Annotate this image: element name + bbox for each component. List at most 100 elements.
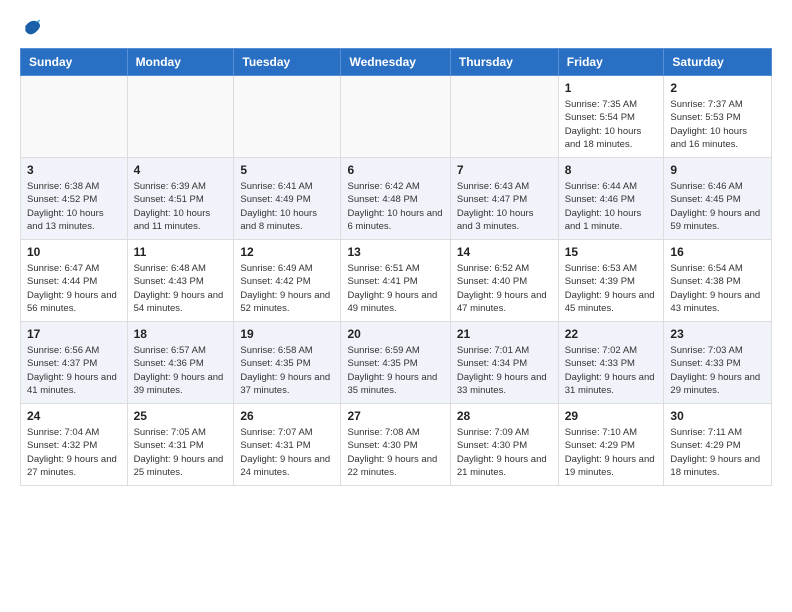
day-number: 16 — [670, 245, 765, 259]
calendar-cell: 21 Sunrise: 7:01 AM Sunset: 4:34 PM Dayli… — [450, 322, 558, 404]
day-info: Sunrise: 7:05 AM Sunset: 4:31 PM Dayligh… — [134, 426, 228, 479]
day-info: Sunrise: 7:37 AM Sunset: 5:53 PM Dayligh… — [670, 98, 765, 151]
day-info: Sunrise: 7:04 AM Sunset: 4:32 PM Dayligh… — [27, 426, 121, 479]
calendar-cell: 7 Sunrise: 6:43 AM Sunset: 4:47 PM Daylig… — [450, 158, 558, 240]
calendar-cell: 25Sunrise: 7:05 AM Sunset: 4:31 PM Dayli… — [127, 404, 234, 486]
page: SundayMondayTuesdayWednesdayThursdayFrid… — [0, 0, 792, 502]
calendar-cell: 16 Sunrise: 6:54 AM Sunset: 4:38 PM Dayli… — [664, 240, 772, 322]
calendar-cell: 13 Sunrise: 6:51 AM Sunset: 4:41 PM Dayli… — [341, 240, 450, 322]
day-number: 6 — [347, 163, 443, 177]
day-info: Sunrise: 6:59 AM Sunset: 4:35 PM Dayligh… — [347, 344, 443, 397]
day-info: Sunrise: 6:43 AM Sunset: 4:47 PM Dayligh… — [457, 180, 552, 233]
day-number: 13 — [347, 245, 443, 259]
calendar-cell: 28 Sunrise: 7:09 AM Sunset: 4:30 PM Dayli… — [450, 404, 558, 486]
calendar-cell: 17 Sunrise: 6:56 AM Sunset: 4:37 PM Dayli… — [21, 322, 128, 404]
week-row-5: 24Sunrise: 7:04 AM Sunset: 4:32 PM Dayli… — [21, 404, 772, 486]
day-header-saturday: Saturday — [664, 49, 772, 76]
day-header-thursday: Thursday — [450, 49, 558, 76]
day-number: 8 — [565, 163, 658, 177]
calendar-cell: 6 Sunrise: 6:42 AM Sunset: 4:48 PM Daylig… — [341, 158, 450, 240]
day-info: Sunrise: 6:46 AM Sunset: 4:45 PM Dayligh… — [670, 180, 765, 233]
day-number: 21 — [457, 327, 552, 341]
day-number: 7 — [457, 163, 552, 177]
day-info: Sunrise: 6:44 AM Sunset: 4:46 PM Dayligh… — [565, 180, 658, 233]
week-row-2: 3 Sunrise: 6:38 AM Sunset: 4:52 PM Daylig… — [21, 158, 772, 240]
day-info: Sunrise: 6:49 AM Sunset: 4:42 PM Dayligh… — [240, 262, 334, 315]
day-info: Sunrise: 6:39 AM Sunset: 4:51 PM Dayligh… — [134, 180, 228, 233]
day-number: 10 — [27, 245, 121, 259]
day-info: Sunrise: 7:10 AM Sunset: 4:29 PM Dayligh… — [565, 426, 658, 479]
header-row: SundayMondayTuesdayWednesdayThursdayFrid… — [21, 49, 772, 76]
calendar-cell: 27Sunrise: 7:08 AM Sunset: 4:30 PM Dayli… — [341, 404, 450, 486]
day-info: Sunrise: 6:48 AM Sunset: 4:43 PM Dayligh… — [134, 262, 228, 315]
day-info: Sunrise: 6:47 AM Sunset: 4:44 PM Dayligh… — [27, 262, 121, 315]
logo — [20, 16, 42, 36]
day-number: 23 — [670, 327, 765, 341]
day-info: Sunrise: 6:42 AM Sunset: 4:48 PM Dayligh… — [347, 180, 443, 233]
day-info: Sunrise: 7:07 AM Sunset: 4:31 PM Dayligh… — [240, 426, 334, 479]
calendar-cell: 11 Sunrise: 6:48 AM Sunset: 4:43 PM Dayli… — [127, 240, 234, 322]
day-info: Sunrise: 6:57 AM Sunset: 4:36 PM Dayligh… — [134, 344, 228, 397]
day-number: 22 — [565, 327, 658, 341]
day-number: 1 — [565, 81, 658, 95]
day-number: 12 — [240, 245, 334, 259]
day-info: Sunrise: 6:54 AM Sunset: 4:38 PM Dayligh… — [670, 262, 765, 315]
calendar-cell — [127, 76, 234, 158]
week-row-4: 17 Sunrise: 6:56 AM Sunset: 4:37 PM Dayli… — [21, 322, 772, 404]
day-number: 20 — [347, 327, 443, 341]
day-info: Sunrise: 7:01 AM Sunset: 4:34 PM Dayligh… — [457, 344, 552, 397]
day-number: 27 — [347, 409, 443, 423]
calendar-cell: 14 Sunrise: 6:52 AM Sunset: 4:40 PM Dayli… — [450, 240, 558, 322]
header — [20, 16, 772, 36]
day-info: Sunrise: 6:38 AM Sunset: 4:52 PM Dayligh… — [27, 180, 121, 233]
calendar-cell: 9 Sunrise: 6:46 AM Sunset: 4:45 PM Daylig… — [664, 158, 772, 240]
day-info: Sunrise: 7:09 AM Sunset: 4:30 PM Dayligh… — [457, 426, 552, 479]
calendar-cell: 10 Sunrise: 6:47 AM Sunset: 4:44 PM Dayli… — [21, 240, 128, 322]
week-row-1: 1 Sunrise: 7:35 AM Sunset: 5:54 PM Daylig… — [21, 76, 772, 158]
day-number: 29 — [565, 409, 658, 423]
calendar-cell: 23 Sunrise: 7:03 AM Sunset: 4:33 PM Dayli… — [664, 322, 772, 404]
day-info: Sunrise: 7:03 AM Sunset: 4:33 PM Dayligh… — [670, 344, 765, 397]
calendar-cell — [341, 76, 450, 158]
day-number: 2 — [670, 81, 765, 95]
day-number: 28 — [457, 409, 552, 423]
calendar-cell: 12 Sunrise: 6:49 AM Sunset: 4:42 PM Dayli… — [234, 240, 341, 322]
day-info: Sunrise: 6:58 AM Sunset: 4:35 PM Dayligh… — [240, 344, 334, 397]
calendar-cell: 26 Sunrise: 7:07 AM Sunset: 4:31 PM Dayli… — [234, 404, 341, 486]
day-info: Sunrise: 7:11 AM Sunset: 4:29 PM Dayligh… — [670, 426, 765, 479]
day-header-wednesday: Wednesday — [341, 49, 450, 76]
day-number: 4 — [134, 163, 228, 177]
day-number: 9 — [670, 163, 765, 177]
day-number: 11 — [134, 245, 228, 259]
calendar-cell: 15 Sunrise: 6:53 AM Sunset: 4:39 PM Dayli… — [558, 240, 664, 322]
day-info: Sunrise: 6:53 AM Sunset: 4:39 PM Dayligh… — [565, 262, 658, 315]
day-number: 14 — [457, 245, 552, 259]
day-number: 18 — [134, 327, 228, 341]
day-info: Sunrise: 7:35 AM Sunset: 5:54 PM Dayligh… — [565, 98, 658, 151]
calendar-cell: 1 Sunrise: 7:35 AM Sunset: 5:54 PM Daylig… — [558, 76, 664, 158]
day-number: 26 — [240, 409, 334, 423]
calendar-cell: 30 Sunrise: 7:11 AM Sunset: 4:29 PM Dayli… — [664, 404, 772, 486]
day-info: Sunrise: 6:56 AM Sunset: 4:37 PM Dayligh… — [27, 344, 121, 397]
calendar-cell: 24Sunrise: 7:04 AM Sunset: 4:32 PM Dayli… — [21, 404, 128, 486]
day-number: 19 — [240, 327, 334, 341]
day-info: Sunrise: 6:41 AM Sunset: 4:49 PM Dayligh… — [240, 180, 334, 233]
calendar-cell: 22Sunrise: 7:02 AM Sunset: 4:33 PM Dayli… — [558, 322, 664, 404]
day-header-friday: Friday — [558, 49, 664, 76]
day-header-sunday: Sunday — [21, 49, 128, 76]
day-number: 5 — [240, 163, 334, 177]
logo-icon — [22, 16, 42, 36]
calendar-cell: 2 Sunrise: 7:37 AM Sunset: 5:53 PM Daylig… — [664, 76, 772, 158]
calendar-cell — [450, 76, 558, 158]
day-number: 15 — [565, 245, 658, 259]
calendar-cell: 19 Sunrise: 6:58 AM Sunset: 4:35 PM Dayli… — [234, 322, 341, 404]
day-header-tuesday: Tuesday — [234, 49, 341, 76]
day-header-monday: Monday — [127, 49, 234, 76]
day-info: Sunrise: 6:51 AM Sunset: 4:41 PM Dayligh… — [347, 262, 443, 315]
day-number: 30 — [670, 409, 765, 423]
day-number: 17 — [27, 327, 121, 341]
logo-text — [20, 16, 42, 36]
calendar-cell: 18 Sunrise: 6:57 AM Sunset: 4:36 PM Dayli… — [127, 322, 234, 404]
day-info: Sunrise: 6:52 AM Sunset: 4:40 PM Dayligh… — [457, 262, 552, 315]
day-number: 3 — [27, 163, 121, 177]
